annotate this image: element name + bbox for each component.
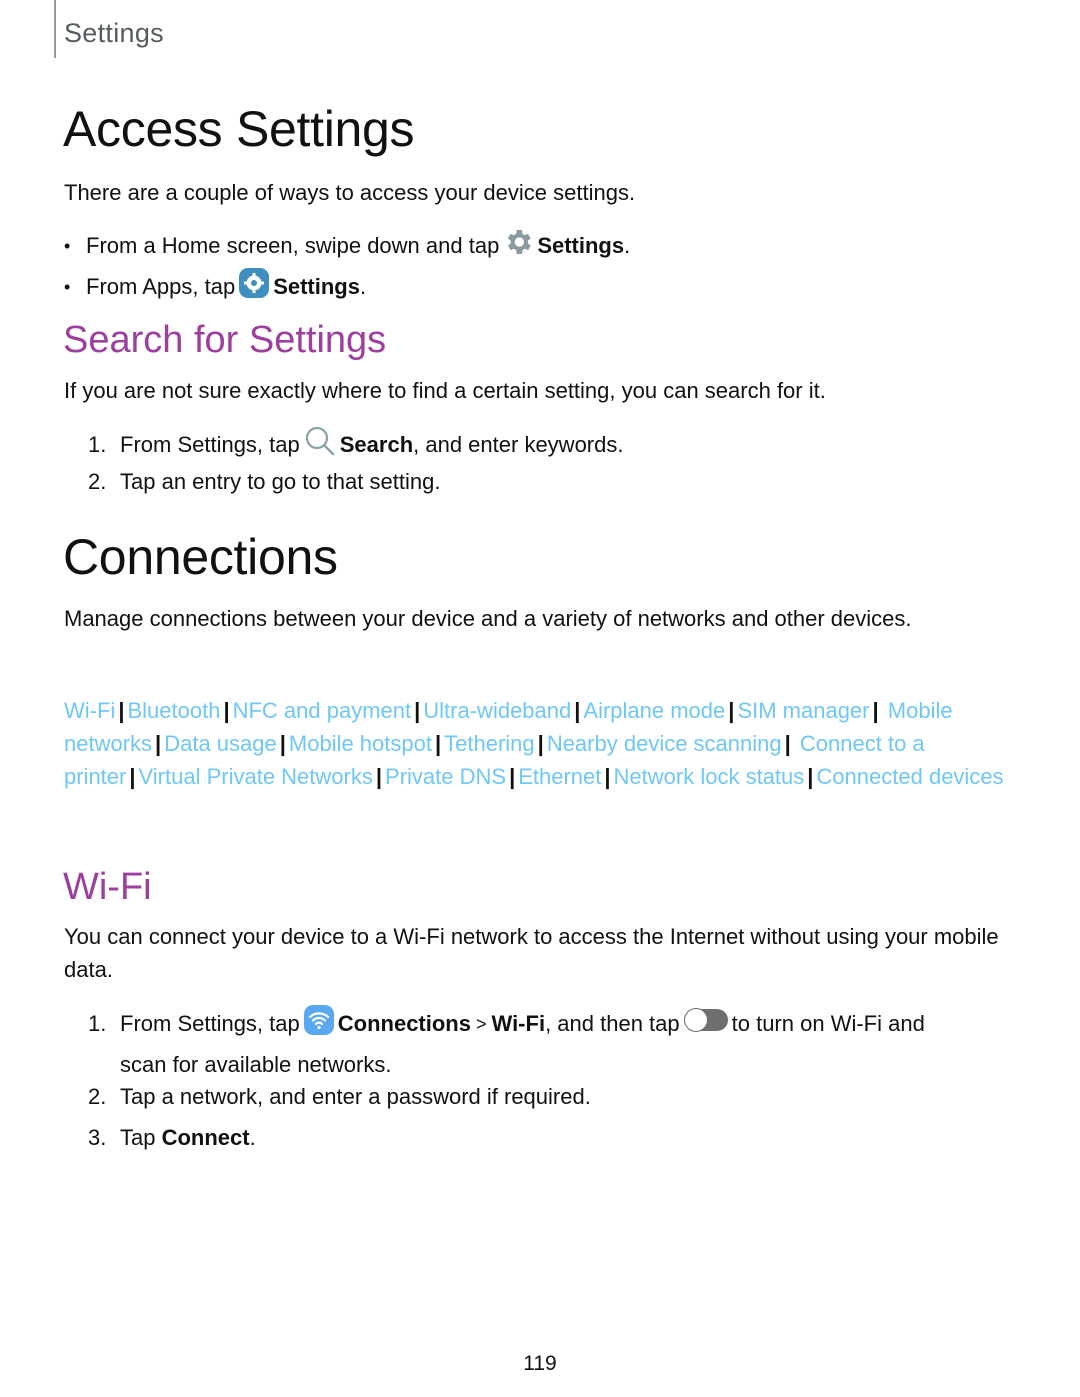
separator: | xyxy=(279,731,286,756)
separator: | xyxy=(118,698,125,723)
separator: | xyxy=(537,731,544,756)
wifi-step: 2. Tap a network, and enter a password i… xyxy=(88,1082,591,1112)
separator: | xyxy=(414,698,421,723)
step-number: 2. xyxy=(88,1084,107,1109)
link-nearby-device-scanning[interactable]: Nearby device scanning xyxy=(547,731,782,756)
settings-app-icon xyxy=(238,267,270,307)
link-ethernet[interactable]: Ethernet xyxy=(518,764,601,789)
separator: | xyxy=(509,764,516,789)
wifi-intro: You can connect your device to a Wi-Fi n… xyxy=(64,924,999,982)
link-tethering[interactable]: Tethering xyxy=(444,731,535,756)
separator: | xyxy=(375,764,383,789)
punct: . xyxy=(249,1125,256,1150)
wifi-step: 1. From Settings, tap Connections > Wi-F… xyxy=(88,1004,1028,1080)
step-number: 2. xyxy=(88,469,107,494)
bullet-dot: • xyxy=(64,236,71,256)
running-head: Settings xyxy=(64,18,164,48)
access-settings-title: Access Settings xyxy=(63,101,415,157)
step-text: to turn on Wi-Fi and xyxy=(731,1011,925,1036)
gear-icon xyxy=(502,226,534,266)
link-sim-manager[interactable]: SIM manager xyxy=(737,698,869,723)
step-text: From Settings, tap xyxy=(120,1011,300,1036)
step-text: Tap a network, and enter a password if r… xyxy=(120,1084,591,1109)
link-data-usage[interactable]: Data usage xyxy=(164,731,277,756)
link-mobile-hotspot[interactable]: Mobile hotspot xyxy=(289,731,432,756)
step-continuation: scan for available networks. xyxy=(120,1052,392,1077)
step-number: 3. xyxy=(88,1125,107,1150)
search-step: 1. From Settings, tap Search, and enter … xyxy=(88,424,623,466)
path-separator: > xyxy=(470,1014,492,1034)
wifi-step: 3. Tap Connect. xyxy=(88,1123,256,1153)
step-number: 1. xyxy=(88,1011,107,1036)
link-ultra-wideband[interactable]: Ultra-wideband xyxy=(423,698,571,723)
separator: | xyxy=(784,731,791,756)
search-label: Search xyxy=(339,432,414,457)
connections-label: Connections xyxy=(337,1011,471,1036)
search-step: 2. Tap an entry to go to that setting. xyxy=(88,467,440,497)
separator: | xyxy=(574,698,581,723)
toggle-switch-icon xyxy=(683,1007,729,1041)
step-text: , and then tap xyxy=(545,1011,680,1036)
connections-intro: Manage connections between your device a… xyxy=(64,606,912,631)
bullet-dot: • xyxy=(64,277,71,297)
access-bullet: • From a Home screen, swipe down and tap… xyxy=(64,226,630,266)
settings-label: Settings xyxy=(273,274,360,299)
connections-title: Connections xyxy=(63,529,338,585)
wifi-title: Wi-Fi xyxy=(63,866,152,908)
step-text: Tap xyxy=(120,1125,162,1150)
page-rail xyxy=(54,0,56,58)
connections-links: Wi-Fi | Bluetooth | NFC and payment | Ultra-wi… xyxy=(64,694,1004,793)
punct: . xyxy=(624,233,631,258)
search-icon xyxy=(303,424,337,466)
link-connected-devices[interactable]: Connected devices xyxy=(816,764,1003,789)
search-intro: If you are not sure exactly where to fin… xyxy=(64,378,826,403)
page-number: 119 xyxy=(523,1352,557,1375)
wifi-label: Wi-Fi xyxy=(491,1011,546,1036)
link-wifi[interactable]: Wi-Fi xyxy=(64,698,115,723)
access-intro: There are a couple of ways to access you… xyxy=(64,180,636,205)
step-number: 1. xyxy=(88,432,107,457)
connect-label: Connect xyxy=(161,1125,250,1150)
separator: | xyxy=(728,698,735,723)
separator: | xyxy=(807,764,814,789)
step-text: From Settings, tap xyxy=(120,432,300,457)
link-network-lock-status[interactable]: Network lock status xyxy=(614,764,805,789)
separator: | xyxy=(872,698,879,723)
step-text: Tap an entry to go to that setting. xyxy=(120,469,441,494)
link-bluetooth[interactable]: Bluetooth xyxy=(127,698,220,723)
link-private-dns[interactable]: Private DNS xyxy=(385,764,506,789)
bullet-text: From Apps, tap xyxy=(86,274,236,299)
separator: | xyxy=(155,731,162,756)
separator: | xyxy=(223,698,230,723)
punct: . xyxy=(359,274,367,299)
bullet-text: From a Home screen, swipe down and tap xyxy=(86,233,500,258)
separator: | xyxy=(129,764,136,789)
wifi-app-icon xyxy=(303,1004,335,1044)
link-airplane-mode[interactable]: Airplane mode xyxy=(583,698,725,723)
link-vpn[interactable]: Virtual Private Networks xyxy=(139,764,373,789)
settings-label: Settings xyxy=(537,233,625,258)
link-nfc[interactable]: NFC and payment xyxy=(233,698,412,723)
access-bullet: • From Apps, tap Settings. xyxy=(64,267,366,307)
search-settings-title: Search for Settings xyxy=(63,319,387,361)
separator: | xyxy=(604,764,611,789)
step-text: , and enter keywords. xyxy=(413,432,624,457)
separator: | xyxy=(434,731,442,756)
